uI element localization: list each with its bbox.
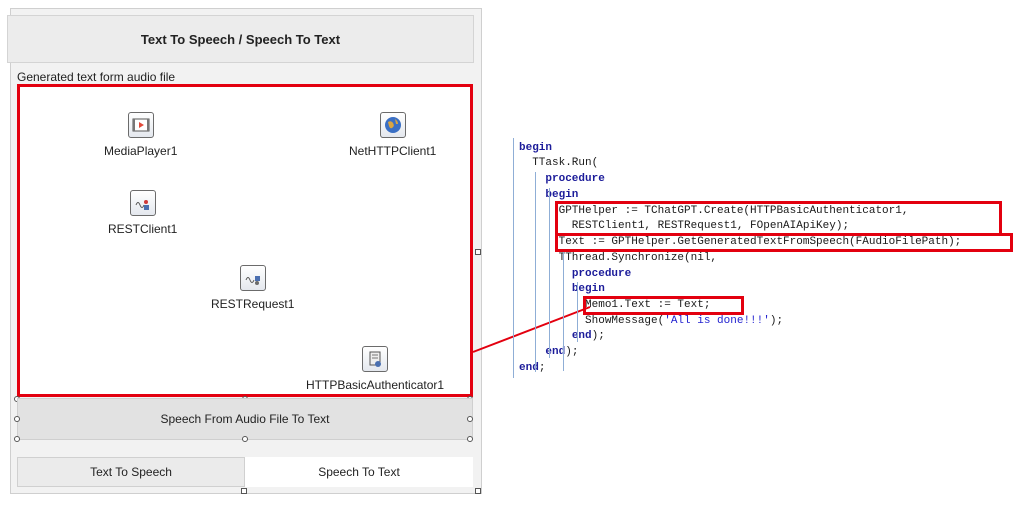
code-line: end; bbox=[519, 361, 545, 376]
code-token: end bbox=[571, 330, 592, 342]
component-restclient[interactable]: RESTClient1 bbox=[108, 190, 177, 236]
form-title-panel: Text To Speech / Speech To Text bbox=[7, 15, 474, 63]
code-line: begin bbox=[519, 282, 605, 297]
component-label: RESTRequest1 bbox=[211, 297, 295, 311]
indent-guide bbox=[513, 138, 514, 378]
button-label: Speech From Audio File To Text bbox=[160, 412, 330, 426]
code-line: TTask.Run( bbox=[519, 156, 598, 171]
form-title: Text To Speech / Speech To Text bbox=[140, 31, 341, 47]
code-highlight-box bbox=[555, 233, 1013, 252]
memo-label: Generated text form audio file bbox=[17, 70, 176, 84]
component-label: NetHTTPClient1 bbox=[349, 144, 437, 158]
resize-handle[interactable] bbox=[475, 488, 481, 494]
component-restrequest[interactable]: RESTRequest1 bbox=[211, 265, 294, 311]
code-token: ); bbox=[591, 330, 605, 342]
media-player-icon bbox=[127, 112, 154, 138]
code-token: 'All is done!!!' bbox=[664, 315, 770, 327]
code-highlight-box bbox=[555, 201, 1002, 236]
code-token: ); bbox=[769, 315, 784, 327]
anchor-handle[interactable] bbox=[14, 436, 20, 442]
code-line: procedure bbox=[519, 172, 605, 187]
code-token: ; bbox=[538, 362, 546, 374]
code-token: TTask.Run( bbox=[519, 157, 599, 169]
indent-guide bbox=[577, 282, 578, 342]
tab-speech-to-text[interactable]: Speech To Text bbox=[245, 457, 473, 487]
code-line: begin bbox=[519, 141, 552, 156]
tab-control: Text To Speech Speech To Text bbox=[17, 457, 473, 487]
component-label: MediaPlayer1 bbox=[104, 144, 178, 158]
anchor-handle[interactable] bbox=[467, 416, 473, 422]
code-token: procedure bbox=[545, 173, 605, 185]
rest-client-icon bbox=[129, 190, 156, 216]
authenticator-icon bbox=[362, 346, 389, 372]
anchor-handle[interactable] bbox=[14, 416, 20, 422]
code-token: begin bbox=[519, 142, 553, 154]
code-line: end); bbox=[519, 329, 605, 344]
code-token: procedure bbox=[571, 268, 632, 280]
anchor-handle[interactable] bbox=[467, 436, 473, 442]
rest-request-icon bbox=[239, 265, 266, 291]
component-mediaplayer[interactable]: MediaPlayer1 bbox=[104, 112, 177, 158]
tab-label: Text To Speech bbox=[90, 465, 172, 479]
tab-label: Speech To Text bbox=[318, 465, 400, 479]
indent-guide bbox=[563, 251, 564, 371]
indent-guide bbox=[535, 172, 536, 372]
resize-handle[interactable] bbox=[241, 488, 247, 494]
indent-guide bbox=[549, 188, 550, 358]
tab-text-to-speech[interactable]: Text To Speech bbox=[17, 457, 245, 487]
anchor-handle[interactable] bbox=[242, 436, 248, 442]
code-snippet: begin TTask.Run( procedure begin GPTHelp… bbox=[511, 138, 1017, 380]
code-token: ShowMessage( bbox=[519, 315, 665, 327]
code-token: ); bbox=[565, 346, 579, 358]
code-highlight-box bbox=[583, 296, 744, 315]
component-label: HTTPBasicAuthenticator1 bbox=[306, 378, 445, 392]
component-label: RESTClient1 bbox=[108, 222, 178, 236]
component-nethttpclient[interactable]: NetHTTPClient1 bbox=[349, 112, 436, 158]
component-httpbasicauthenticator[interactable]: HTTPBasicAuthenticator1 bbox=[306, 346, 444, 392]
resize-handle[interactable] bbox=[475, 249, 481, 255]
code-token: begin bbox=[545, 189, 579, 201]
globe-icon bbox=[379, 112, 406, 138]
speech-from-audio-button[interactable]: Speech From Audio File To Text bbox=[17, 398, 473, 440]
code-line: ShowMessage('All is done!!!'); bbox=[519, 314, 783, 329]
